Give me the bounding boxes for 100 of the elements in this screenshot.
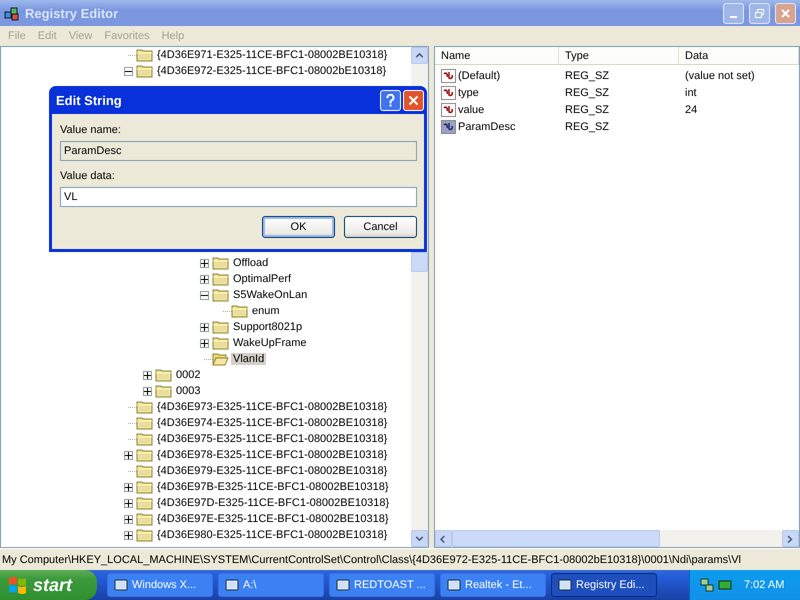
tree-item[interactable]: {4D36E973-E325-11CE-BFC1-08002BE10318}	[155, 401, 390, 413]
tree-item[interactable]: {4D36E972-E325-11CE-BFC1-08002bE10318}	[155, 65, 388, 77]
column-header[interactable]: Data	[679, 47, 799, 64]
taskbar-button[interactable]: Windows X...	[107, 573, 213, 597]
window-icon	[336, 578, 350, 592]
value-name[interactable]: value	[458, 104, 484, 116]
expand-toggle[interactable]	[124, 482, 133, 492]
value-name[interactable]: ParamDesc	[458, 120, 516, 132]
expand-toggle[interactable]	[200, 322, 209, 332]
value-type: REG_SZ	[564, 104, 610, 116]
tree-item[interactable]: enum	[250, 305, 282, 317]
folder-icon	[231, 304, 248, 318]
tree-item[interactable]: 0003	[174, 385, 202, 397]
dialog-button[interactable]: OK	[262, 216, 335, 238]
folder-icon	[136, 464, 153, 478]
tree-item[interactable]: {4D36E979-E325-11CE-BFC1-08002BE10318}	[155, 465, 390, 477]
tree-item[interactable]: {4D36E971-E325-11CE-BFC1-08002BE10318}	[155, 49, 390, 61]
expand-toggle[interactable]	[124, 514, 133, 524]
tree-item[interactable]: {4D36E97D-E325-11CE-BFC1-08002BE10318}	[155, 497, 392, 509]
tree-item[interactable]: {4D36E974-E325-11CE-BFC1-08002BE10318}	[155, 417, 390, 429]
expand-toggle[interactable]	[143, 386, 152, 396]
scroll-down-button[interactable]	[411, 530, 428, 547]
scroll-thumb[interactable]	[452, 530, 660, 547]
taskbar-button[interactable]: Registry Edi...	[551, 573, 657, 597]
expand-toggle[interactable]	[200, 338, 209, 348]
folder-icon	[136, 48, 153, 62]
expand-toggle[interactable]	[200, 274, 209, 284]
value-data-field[interactable]: VL	[60, 187, 417, 207]
value-type: REG_SZ	[564, 86, 610, 98]
tree-item[interactable]: OptimalPerf	[231, 273, 294, 285]
tree-item[interactable]: {4D36E978-E325-11CE-BFC1-08002BE10318}	[155, 449, 390, 461]
tree-item[interactable]: WakeUpFrame	[231, 337, 309, 349]
network-icon	[700, 578, 714, 592]
taskbar-button[interactable]: A:\	[218, 573, 324, 597]
folder-icon	[212, 256, 229, 270]
expand-toggle[interactable]	[124, 498, 133, 508]
tree-item[interactable]: {4D36E980-E325-11CE-BFC1-08002BE10318}	[155, 529, 390, 541]
folder-icon	[136, 448, 153, 462]
window-icon	[558, 578, 572, 592]
folder-icon	[136, 496, 153, 510]
plus-icon	[201, 340, 208, 346]
folder-icon	[212, 320, 229, 334]
plus-icon	[201, 260, 208, 266]
folder-icon	[136, 64, 153, 78]
minimize-icon	[730, 16, 737, 18]
close-icon	[408, 94, 419, 106]
scroll-left-button[interactable]	[435, 530, 452, 547]
collapse-toggle[interactable]	[200, 290, 209, 300]
column-header[interactable]: Name	[435, 47, 559, 64]
plus-icon	[144, 388, 151, 394]
plus-icon	[125, 500, 132, 506]
flag-icon	[8, 576, 28, 594]
registry-cubes-icon	[4, 5, 20, 21]
folder-icon	[136, 416, 153, 430]
tree-item[interactable]: VlanId	[231, 353, 266, 365]
scroll-up-button[interactable]	[411, 47, 428, 64]
tree-item[interactable]: Support8021p	[231, 321, 304, 333]
plus-icon	[125, 452, 132, 458]
dialog-title: Edit String	[56, 92, 123, 108]
tree-item[interactable]: {4D36E97E-E325-11CE-BFC1-08002BE10318}	[155, 513, 391, 525]
folder-icon	[136, 432, 153, 446]
folder-icon	[155, 368, 172, 382]
value-name[interactable]: type	[458, 86, 479, 98]
tree-item[interactable]: 0002	[174, 369, 202, 381]
tree-item[interactable]: {4D36E975-E325-11CE-BFC1-08002BE10318}	[155, 433, 390, 445]
taskbar-button[interactable]: Realtek - Et...	[440, 573, 546, 597]
expand-toggle[interactable]	[124, 530, 133, 540]
start-button[interactable]: start	[0, 570, 97, 600]
window-icon	[447, 578, 461, 592]
value-data: (value not set)	[684, 70, 756, 82]
tree-item[interactable]: Offload	[231, 257, 270, 269]
network-card-icon	[718, 579, 732, 591]
field-label: Value data:	[60, 170, 116, 184]
tree-item[interactable]: S5WakeOnLan	[231, 289, 310, 301]
close-icon	[781, 8, 790, 18]
plus-icon	[144, 372, 151, 378]
value-name-field[interactable]: ParamDesc	[60, 141, 417, 161]
expand-toggle[interactable]	[143, 370, 152, 380]
value-name[interactable]: (Default)	[458, 70, 500, 82]
scroll-right-button[interactable]	[782, 530, 799, 547]
help-button[interactable]	[380, 90, 401, 110]
scroll-thumb[interactable]	[411, 252, 428, 272]
clock: 7:02 AM	[744, 579, 784, 591]
restore-icon	[754, 8, 765, 18]
dialog-button[interactable]: Cancel	[344, 216, 417, 238]
taskbar-button[interactable]: REDTOAST ...	[329, 573, 435, 597]
field-label: Value name:	[60, 124, 122, 138]
tree-item[interactable]: {4D36E97B-E325-11CE-BFC1-08002BE10318}	[155, 481, 391, 493]
folder-icon	[136, 512, 153, 526]
value-data: 24	[684, 104, 698, 116]
plus-icon	[201, 324, 208, 330]
expand-toggle[interactable]	[124, 450, 133, 460]
open-folder-icon	[212, 352, 229, 366]
question-mark-icon	[386, 94, 395, 106]
folder-icon	[136, 480, 153, 494]
window-icon	[114, 578, 128, 592]
window-icon	[225, 578, 239, 592]
collapse-toggle[interactable]	[124, 66, 133, 76]
expand-toggle[interactable]	[200, 258, 209, 268]
column-header[interactable]: Type	[559, 47, 679, 64]
